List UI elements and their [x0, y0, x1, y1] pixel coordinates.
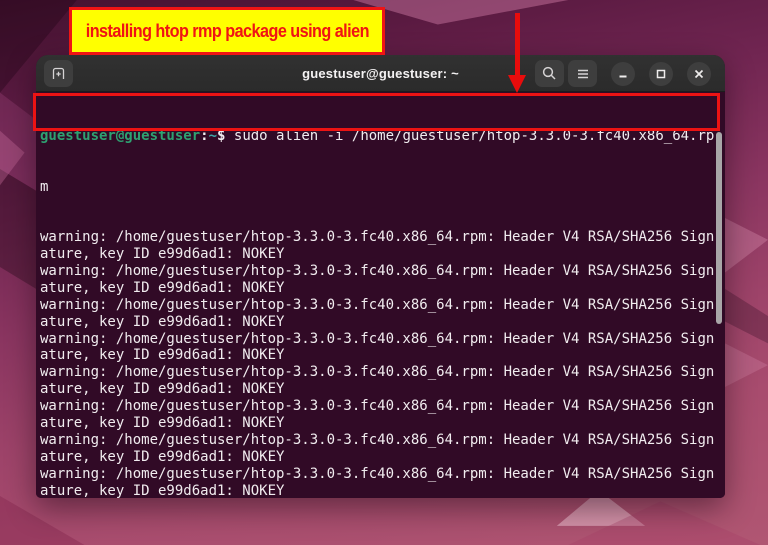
terminal-line: warning: /home/guestuser/htop-3.3.0-3.fc… [40, 296, 715, 313]
warning-output: warning: /home/guestuser/htop-3.3.0-3.fc… [40, 229, 725, 498]
titlebar[interactable]: guestuser@guestuser: ~ [36, 55, 725, 92]
annotation-label: installing htop rmp package using alien [85, 20, 369, 41]
terminal-line: warning: /home/guestuser/htop-3.3.0-3.fc… [40, 465, 715, 482]
terminal-line: ature, key ID e99d6ad1: NOKEY [40, 381, 285, 398]
terminal-window: guestuser@guestuser: ~ guestuser@guestus… [36, 55, 725, 498]
terminal-line: warning: /home/guestuser/htop-3.3.0-3.fc… [40, 229, 715, 246]
terminal-line: warning: /home/guestuser/htop-3.3.0-3.fc… [40, 431, 715, 448]
maximize-button[interactable] [649, 62, 673, 86]
terminal-line: ature, key ID e99d6ad1: NOKEY [40, 313, 285, 330]
terminal-line: ature, key ID e99d6ad1: NOKEY [40, 246, 285, 263]
terminal-line: ature, key ID e99d6ad1: NOKEY [40, 415, 285, 432]
command-wrap-line: m [40, 178, 49, 195]
search-icon [541, 65, 558, 82]
maximize-icon [653, 66, 669, 82]
minimize-button[interactable] [611, 62, 635, 86]
terminal-line: ature, key ID e99d6ad1: NOKEY [40, 279, 285, 296]
close-button[interactable] [687, 62, 711, 86]
terminal-line: ature, key ID e99d6ad1: NOKEY [40, 448, 285, 465]
command-text: sudo alien -i /home/guestuser/htop-3.3.0… [225, 127, 715, 144]
command-line: guestuser@guestuser:~$ sudo alien -i /ho… [40, 128, 725, 145]
terminal-content[interactable]: guestuser@guestuser:~$ sudo alien -i /ho… [36, 92, 725, 498]
terminal-line: warning: /home/guestuser/htop-3.3.0-3.fc… [40, 398, 715, 415]
terminal-line: warning: /home/guestuser/htop-3.3.0-3.fc… [40, 364, 715, 381]
search-button[interactable] [535, 60, 564, 87]
minimize-icon [615, 66, 631, 82]
desktop: guestuser@guestuser: ~ guestuser@guestus… [0, 0, 768, 545]
terminal-line: ature, key ID e99d6ad1: NOKEY [40, 347, 285, 364]
close-icon [691, 66, 707, 82]
prompt-user-host: guestuser@guestuser [40, 127, 201, 144]
new-tab-button[interactable] [44, 60, 73, 87]
new-tab-icon [50, 65, 67, 82]
hamburger-menu-icon [575, 66, 591, 82]
terminal-line: warning: /home/guestuser/htop-3.3.0-3.fc… [40, 330, 715, 347]
prompt-colon: : [200, 127, 209, 144]
terminal-line: ature, key ID e99d6ad1: NOKEY [40, 482, 285, 498]
prompt-path: ~ [208, 127, 218, 144]
terminal-line: warning: /home/guestuser/htop-3.3.0-3.fc… [40, 263, 715, 279]
menu-button[interactable] [568, 60, 597, 87]
scrollbar-thumb[interactable] [716, 132, 722, 324]
annotation-callout: installing htop rmp package using alien [69, 7, 385, 55]
